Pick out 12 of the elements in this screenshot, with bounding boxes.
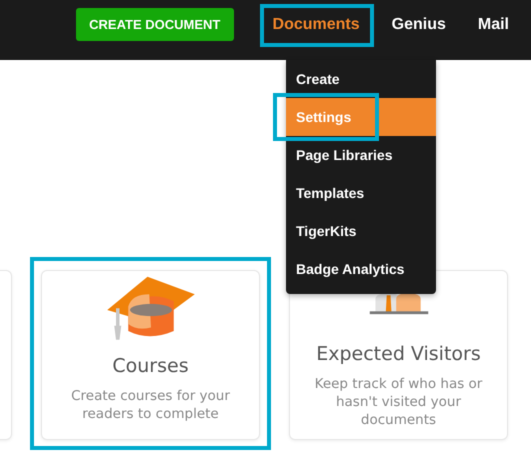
nav-link[interactable]: Mail <box>468 10 519 40</box>
card-title: Courses <box>112 355 189 377</box>
menu-item[interactable]: Templates <box>286 174 436 212</box>
nav-link[interactable]: Genius <box>382 10 456 40</box>
menu-item[interactable]: Create <box>286 60 436 98</box>
card-title: Expected Visitors <box>316 343 481 365</box>
card-description: Create courses for your readers to complete <box>70 387 231 423</box>
nav-link[interactable]: Documents <box>262 10 370 40</box>
menu-item[interactable]: TigerKits <box>286 212 436 250</box>
menu-item[interactable]: Page Libraries <box>286 136 436 174</box>
feature-card[interactable]: Courses Create courses for your readers to complete <box>41 270 260 440</box>
card-description: Keep track of who has or hasn't visited your documents <box>314 375 484 429</box>
